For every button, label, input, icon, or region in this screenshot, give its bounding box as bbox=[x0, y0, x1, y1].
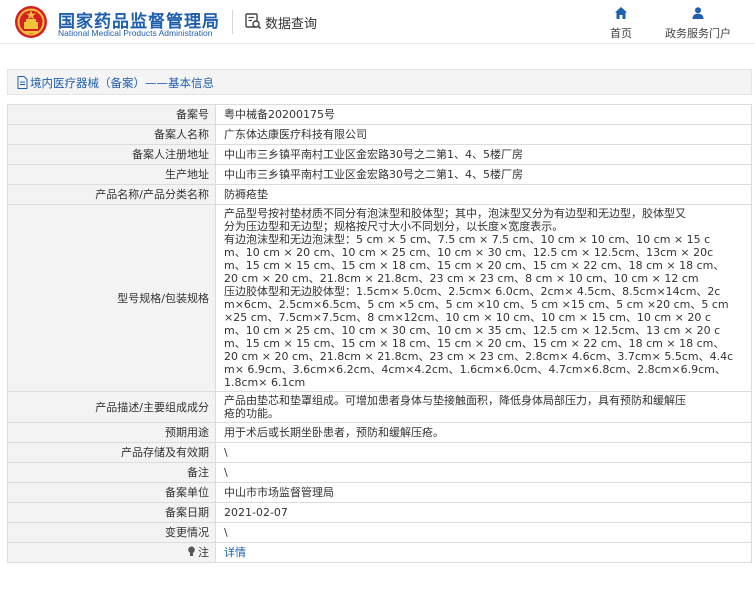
brand-name-en: National Medical Products Administration bbox=[58, 28, 213, 38]
details-link[interactable]: 详情 bbox=[224, 546, 246, 559]
field-value: 中山市三乡镇平南村工业区金宏路30号之二第1、4、5楼厂房 bbox=[215, 164, 752, 185]
breadcrumb-text[interactable]: 境内医疗器械（备案）——基本信息 bbox=[30, 75, 214, 91]
table-row: 备案号 粤中械备20200175号 bbox=[7, 104, 752, 125]
spec-line: m、15 cm × 15 cm、15 cm × 18 cm、15 cm × 20… bbox=[224, 337, 725, 350]
table-row: 备案日期 2021-02-07 bbox=[7, 502, 752, 523]
nav-service-portal[interactable]: 政务服务门户 bbox=[656, 6, 740, 41]
national-emblem-logo[interactable] bbox=[14, 5, 48, 39]
field-label: 备案号 bbox=[7, 104, 216, 125]
field-label: 产品描述/主要组成成分 bbox=[7, 391, 216, 423]
table-row: 型号规格/包装规格 产品型号按衬垫材质不同分有泡沫型和胶体型；其中，泡沫型又分为… bbox=[7, 204, 752, 392]
field-value: 粤中械备20200175号 bbox=[215, 104, 752, 125]
note-label: 注 bbox=[7, 542, 216, 563]
table-row: 备注 \ bbox=[7, 462, 752, 483]
field-label: 产品存储及有效期 bbox=[7, 442, 216, 463]
spec-line: 1.8cm× 6.1cm bbox=[224, 376, 306, 389]
field-value: 防褥疮垫 bbox=[215, 184, 752, 205]
nav-home-label: 首页 bbox=[610, 27, 632, 40]
breadcrumb: 境内医疗器械（备案）——基本信息 bbox=[7, 69, 752, 95]
top-header: 国家药品监督管理局 National Medical Products Admi… bbox=[0, 0, 755, 44]
table-row: 注 详情 bbox=[7, 542, 752, 563]
details-cell: 详情 bbox=[215, 542, 752, 563]
header-divider bbox=[232, 10, 233, 34]
nav-home[interactable]: 首页 bbox=[604, 6, 638, 41]
field-label: 备案日期 bbox=[7, 502, 216, 523]
field-value: \ bbox=[215, 462, 752, 483]
field-label: 备案单位 bbox=[7, 482, 216, 503]
table-row: 变更情况 \ bbox=[7, 522, 752, 543]
spec-line: m、10 cm × 25 cm、10 cm × 30 cm、10 cm × 35… bbox=[224, 324, 721, 337]
description-line: 疮的功能。 bbox=[224, 407, 279, 420]
field-value-multiline: 产品由垫芯和垫罩组成。可增加患者身体与垫接触面积，降低身体局部压力，具有预防和缓… bbox=[215, 391, 752, 423]
field-label: 预期用途 bbox=[7, 422, 216, 443]
table-row: 生产地址 中山市三乡镇平南村工业区金宏路30号之二第1、4、5楼厂房 bbox=[7, 164, 752, 185]
spec-line: 压边胶体型和无边胶体型：1.5cm× 5.0cm、2.5cm× 6.0cm、2c… bbox=[224, 285, 721, 298]
spec-line: 20 cm × 20 cm、21.8cm × 21.8cm、23 cm × 23… bbox=[224, 272, 699, 285]
spec-line: 分为压边型和无边型；规格按尺寸大小不同划分，以长度×宽度表示。 bbox=[224, 220, 564, 233]
field-value: \ bbox=[215, 522, 752, 543]
table-row: 产品描述/主要组成成分 产品由垫芯和垫罩组成。可增加患者身体与垫接触面积，降低身… bbox=[7, 391, 752, 423]
field-label: 备案人注册地址 bbox=[7, 144, 216, 165]
field-label: 变更情况 bbox=[7, 522, 216, 543]
field-value: 中山市三乡镇平南村工业区金宏路30号之二第1、4、5楼厂房 bbox=[215, 144, 752, 165]
field-value-multiline: 产品型号按衬垫材质不同分有泡沫型和胶体型；其中，泡沫型又分为有边型和无边型，胶体… bbox=[215, 204, 752, 392]
field-label: 生产地址 bbox=[7, 164, 216, 185]
table-row: 产品存储及有效期 \ bbox=[7, 442, 752, 463]
table-row: 备案单位 中山市市场监督管理局 bbox=[7, 482, 752, 503]
table-row: 备案人名称 广东体达康医疗科技有限公司 bbox=[7, 124, 752, 145]
note-label-text: 注 bbox=[198, 546, 209, 559]
table-row: 备案人注册地址 中山市三乡镇平南村工业区金宏路30号之二第1、4、5楼厂房 bbox=[7, 144, 752, 165]
field-value: 用于术后或长期坐卧患者，预防和缓解压疮。 bbox=[215, 422, 752, 443]
field-label: 型号规格/包装规格 bbox=[7, 204, 216, 392]
field-value: 中山市市场监督管理局 bbox=[215, 482, 752, 503]
spec-line: m、10 cm × 20 cm、10 cm × 25 cm、10 cm × 30… bbox=[224, 246, 714, 259]
record-detail-table: 备案号 粤中械备20200175号 备案人名称 广东体达康医疗科技有限公司 备案… bbox=[7, 104, 752, 563]
field-value: 2021-02-07 bbox=[215, 502, 752, 523]
description-line: 产品由垫芯和垫罩组成。可增加患者身体与垫接触面积，降低身体局部压力，具有预防和缓… bbox=[224, 394, 686, 407]
nav-portal-label: 政务服务门户 bbox=[665, 27, 731, 40]
lightbulb-icon bbox=[188, 546, 195, 556]
field-value: \ bbox=[215, 442, 752, 463]
table-row: 产品名称/产品分类名称 防褥疮垫 bbox=[7, 184, 752, 205]
spec-line: m× 6.9cm、3.6cm×6.2cm、4cm×4.2cm、1.6cm×6.0… bbox=[224, 363, 726, 376]
spec-line: 产品型号按衬垫材质不同分有泡沫型和胶体型；其中，泡沫型又分为有边型和无边型，胶体… bbox=[224, 207, 686, 220]
spec-line: m、15 cm × 15 cm、15 cm × 18 cm、15 cm × 20… bbox=[224, 259, 725, 272]
spec-line: 有边泡沫型和无边泡沫型：5 cm × 5 cm、7.5 cm × 7.5 cm、… bbox=[224, 233, 711, 246]
spec-line: m×6cm、2.5cm×6.5cm、5 cm ×5 cm、5 cm ×10 cm… bbox=[224, 298, 729, 311]
home-icon bbox=[615, 7, 627, 19]
field-value: 广东体达康医疗科技有限公司 bbox=[215, 124, 752, 145]
spec-line: ×25 cm、7.5cm×7.5cm、8 cm×12cm、10 cm × 10 … bbox=[224, 311, 711, 324]
field-label: 备注 bbox=[7, 462, 216, 483]
field-label: 产品名称/产品分类名称 bbox=[7, 184, 216, 205]
data-search-icon bbox=[245, 13, 262, 30]
user-icon bbox=[692, 7, 704, 19]
spec-line: 20 cm × 20 cm、21.8cm × 21.8cm、23 cm × 23… bbox=[224, 350, 734, 363]
data-query-title: 数据查询 bbox=[265, 17, 318, 32]
document-icon bbox=[17, 76, 28, 89]
table-row: 预期用途 用于术后或长期坐卧患者，预防和缓解压疮。 bbox=[7, 422, 752, 443]
field-label: 备案人名称 bbox=[7, 124, 216, 145]
